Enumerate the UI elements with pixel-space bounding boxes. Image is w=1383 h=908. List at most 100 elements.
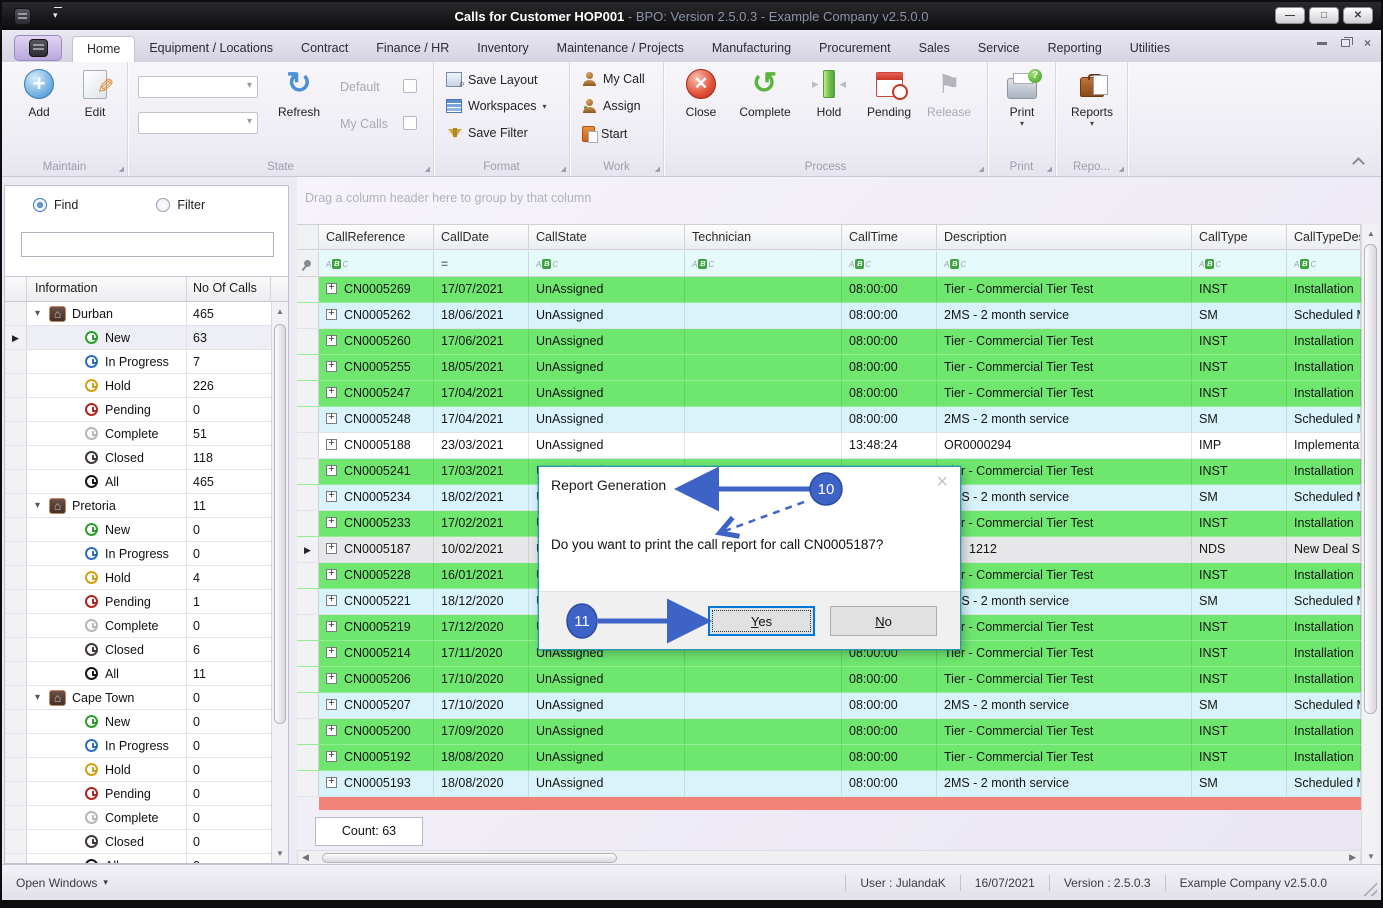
filter-calltime[interactable]: ABC bbox=[842, 251, 937, 276]
filter-callstate[interactable]: ABC bbox=[529, 251, 685, 276]
vertical-scrollbar-thumb[interactable] bbox=[1364, 244, 1377, 714]
print-button[interactable]: Print ▾ bbox=[993, 66, 1051, 128]
edit-button[interactable]: Edit bbox=[66, 66, 124, 119]
minimize-button[interactable]: — bbox=[1275, 7, 1305, 24]
hold-button[interactable]: Hold bbox=[800, 66, 858, 119]
dialog-launcher-icon[interactable]: ◢ bbox=[1047, 165, 1052, 173]
column-header-callreference[interactable]: CallReference bbox=[319, 225, 434, 249]
scroll-up-icon[interactable]: ▲ bbox=[273, 304, 287, 319]
tree-row[interactable]: ▶ ▾ ⌂ In Progress 7 bbox=[5, 350, 271, 374]
vertical-scrollbar[interactable]: ▲ ▼ bbox=[1361, 224, 1379, 866]
tree-header-no-of-calls[interactable]: No Of Calls bbox=[187, 277, 271, 301]
tree-scrollbar[interactable]: ▲ ▼ bbox=[271, 302, 288, 863]
complete-button[interactable]: ↻ Complete bbox=[736, 66, 794, 119]
column-header-technician[interactable]: Technician bbox=[685, 225, 842, 249]
save-filter-button[interactable]: Save Filter bbox=[448, 126, 528, 140]
tree-row[interactable]: ▶ ▾ ⌂ Pending 0 bbox=[5, 398, 271, 422]
column-header-callstate[interactable]: CallState bbox=[529, 225, 685, 249]
ribbon-tab[interactable]: Inventory bbox=[463, 36, 542, 62]
expand-row-icon[interactable] bbox=[326, 463, 337, 476]
call-row[interactable]: ▶ CN0005269 17/07/2021 UnAssigned 08:00:… bbox=[297, 277, 1361, 303]
tree-row[interactable]: ▶ ▾ ⌂ Complete 51 bbox=[5, 422, 271, 446]
default-checkbox[interactable] bbox=[403, 79, 417, 93]
radio-selected-icon[interactable] bbox=[33, 198, 47, 212]
ribbon-tab[interactable]: Home bbox=[72, 36, 136, 62]
scroll-down-icon[interactable]: ▼ bbox=[273, 846, 287, 861]
tree-row[interactable]: ▶ ▾ ⌂ New 0 bbox=[5, 710, 271, 734]
expand-row-icon[interactable] bbox=[326, 411, 337, 424]
no-button[interactable]: No bbox=[830, 606, 937, 636]
close-call-button[interactable]: ✕ Close bbox=[672, 66, 730, 119]
tree-row[interactable]: ▶ ▾ ⌂ Hold 4 bbox=[5, 566, 271, 590]
call-row[interactable]: ▶ CN0005206 17/10/2020 UnAssigned 08:00:… bbox=[297, 667, 1361, 693]
expand-row-icon[interactable] bbox=[326, 645, 337, 658]
expand-row-icon[interactable] bbox=[326, 619, 337, 632]
filter-technician[interactable]: ABC bbox=[685, 251, 842, 276]
expand-row-icon[interactable] bbox=[326, 385, 337, 398]
tree-row[interactable]: ▶ ▾ ⌂ Pretoria 11 bbox=[5, 494, 271, 518]
tree-row[interactable]: ▶ ▾ ⌂ Hold 0 bbox=[5, 758, 271, 782]
release-button[interactable]: ⚑ Release bbox=[920, 66, 978, 119]
pin-icon[interactable] bbox=[302, 258, 313, 269]
refresh-button[interactable]: ↻ Refresh bbox=[268, 66, 330, 120]
call-row[interactable]: ▶ CN0005260 17/06/2021 UnAssigned 08:00:… bbox=[297, 329, 1361, 355]
yes-button[interactable]: Yes bbox=[708, 606, 815, 636]
call-row[interactable]: ▶ CN0005193 18/08/2020 UnAssigned 08:00:… bbox=[297, 771, 1361, 797]
column-header-calldate[interactable]: CallDate bbox=[434, 225, 529, 249]
collapse-caret-icon[interactable]: ▾ bbox=[35, 692, 49, 703]
expand-row-icon[interactable] bbox=[326, 307, 337, 320]
dialog-launcher-icon[interactable]: ◢ bbox=[425, 165, 430, 173]
ribbon-tab[interactable]: Service bbox=[964, 36, 1034, 62]
mdi-minimize-icon[interactable] bbox=[1316, 41, 1327, 45]
ribbon-tab[interactable]: Sales bbox=[905, 36, 964, 62]
column-header-calltypedesc[interactable]: CallTypeDesc bbox=[1287, 225, 1361, 249]
call-row[interactable]: ▶ CN0005192 18/08/2020 UnAssigned 08:00:… bbox=[297, 745, 1361, 771]
resize-grip[interactable] bbox=[1363, 882, 1377, 896]
expand-row-icon[interactable] bbox=[326, 697, 337, 710]
column-header-calltime[interactable]: CallTime bbox=[842, 225, 937, 249]
call-row[interactable]: ▶ CN0005262 18/06/2021 UnAssigned 08:00:… bbox=[297, 303, 1361, 329]
expand-row-icon[interactable] bbox=[326, 775, 337, 788]
expand-row-icon[interactable] bbox=[326, 333, 337, 346]
tree-row[interactable]: ▶ ▾ ⌂ Cape Town 0 bbox=[5, 686, 271, 710]
ribbon-tab[interactable]: Equipment / Locations bbox=[135, 36, 287, 62]
tree-row[interactable]: ▶ ▾ ⌂ In Progress 0 bbox=[5, 542, 271, 566]
mdi-close-icon[interactable]: × bbox=[1364, 37, 1371, 49]
state-combo-2[interactable] bbox=[138, 112, 258, 134]
expand-row-icon[interactable] bbox=[326, 359, 337, 372]
call-row[interactable]: ▶ CN0005188 23/03/2021 UnAssigned 13:48:… bbox=[297, 433, 1361, 459]
find-radio-option[interactable]: Find bbox=[33, 198, 78, 212]
filter-calltypedesc[interactable]: ABC bbox=[1287, 251, 1361, 276]
expand-row-icon[interactable] bbox=[326, 489, 337, 502]
call-row[interactable]: ▶ CN0005200 17/09/2020 UnAssigned 08:00:… bbox=[297, 719, 1361, 745]
ribbon-tab[interactable]: Contract bbox=[287, 36, 362, 62]
call-row[interactable]: ▶ CN0005207 17/10/2020 UnAssigned 08:00:… bbox=[297, 693, 1361, 719]
expand-row-icon[interactable] bbox=[326, 593, 337, 606]
tree-row[interactable]: ▶ ▾ ⌂ Closed 0 bbox=[5, 830, 271, 854]
filter-calltype[interactable]: ABC bbox=[1192, 251, 1287, 276]
scroll-left-icon[interactable]: ◀ bbox=[302, 852, 309, 863]
mdi-restore-icon[interactable] bbox=[1340, 37, 1353, 47]
tree-row[interactable]: ▶ ▾ ⌂ All 465 bbox=[5, 470, 271, 494]
workspaces-button[interactable]: Workspaces ▾ bbox=[446, 99, 547, 113]
tree-scrollbar-thumb[interactable] bbox=[274, 324, 286, 724]
scroll-right-icon[interactable]: ▶ bbox=[1349, 852, 1356, 863]
filter-description[interactable]: ABC bbox=[937, 251, 1192, 276]
save-layout-button[interactable]: Save Layout bbox=[446, 72, 538, 91]
radio-unselected-icon[interactable] bbox=[156, 198, 171, 212]
horizontal-scrollbar-thumb[interactable] bbox=[322, 853, 617, 863]
reports-button[interactable]: Reports ▾ bbox=[1063, 66, 1121, 128]
expand-row-icon[interactable] bbox=[326, 723, 337, 736]
dialog-close-icon[interactable]: × bbox=[936, 471, 948, 494]
dialog-launcher-icon[interactable]: ◢ bbox=[119, 165, 124, 173]
expand-row-icon[interactable] bbox=[326, 567, 337, 580]
close-button[interactable]: ✕ bbox=[1343, 7, 1373, 24]
tree-row[interactable]: ▶ ▾ ⌂ New 0 bbox=[5, 518, 271, 542]
add-button[interactable]: + Add bbox=[10, 66, 68, 119]
dialog-launcher-icon[interactable]: ◢ bbox=[655, 165, 660, 173]
collapse-caret-icon[interactable]: ▾ bbox=[35, 500, 49, 511]
assign-button[interactable]: Assign bbox=[582, 99, 641, 113]
dialog-launcher-icon[interactable]: ◢ bbox=[1119, 165, 1124, 173]
expand-row-icon[interactable] bbox=[326, 671, 337, 684]
scroll-down-icon[interactable]: ▼ bbox=[1364, 849, 1378, 864]
